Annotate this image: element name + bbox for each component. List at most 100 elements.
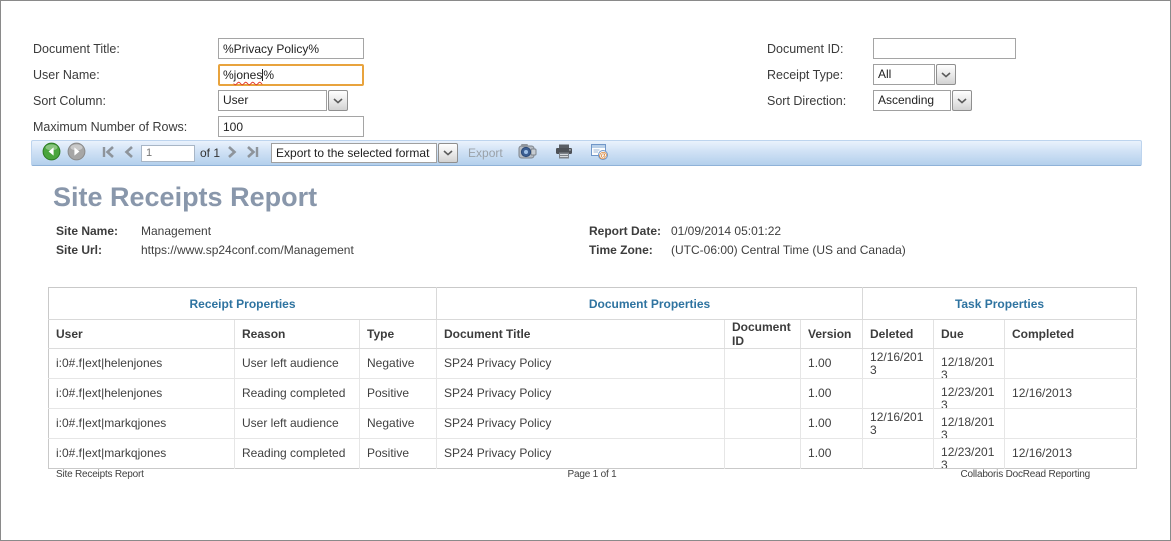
sort-direction-selected-value: Ascending [873, 90, 951, 111]
data-feed-button[interactable]: @ [591, 144, 609, 163]
cell-reason: User left audience [242, 357, 352, 370]
cell-type: Positive [367, 447, 429, 460]
back-button[interactable] [42, 142, 61, 164]
group-header-receipt-properties: Receipt Properties [49, 288, 437, 320]
page-number-input[interactable] [141, 145, 195, 162]
cell-document-title: SP24 Privacy Policy [444, 387, 717, 400]
refresh-button[interactable] [518, 143, 537, 163]
first-page-icon [101, 145, 116, 162]
chevron-down-icon [328, 90, 348, 111]
receipt-type-label: Receipt Type: [767, 68, 843, 82]
cell-user: i:0#.f|ext|helenjones [56, 357, 227, 370]
max-rows-input[interactable] [218, 116, 364, 137]
max-rows-label: Maximum Number of Rows: [33, 120, 187, 134]
cell-completed: 12/16/2013 [1012, 387, 1129, 400]
user-name-value-word: jones [234, 68, 263, 82]
receipt-type-select[interactable]: All [873, 64, 956, 85]
report-table: Receipt Properties Document Properties T… [48, 287, 1137, 469]
site-name-value: Management [141, 224, 211, 238]
sort-column-selected-value: User [218, 90, 327, 111]
column-header-completed: Completed [1005, 320, 1137, 349]
site-url-label: Site Url: [56, 243, 102, 257]
cell-user: i:0#.f|ext|markqjones [56, 417, 227, 430]
chevron-down-icon [438, 143, 458, 163]
cell-version: 1.00 [808, 357, 855, 370]
table-row: i:0#.f|ext|markqjones User left audience… [49, 409, 1137, 439]
site-name-label: Site Name: [56, 224, 118, 238]
print-button[interactable] [555, 144, 573, 162]
cell-document-title: SP24 Privacy Policy [444, 357, 717, 370]
receipt-type-selected-value: All [873, 64, 935, 85]
report-date-label: Report Date: [589, 224, 661, 238]
cell-version: 1.00 [808, 417, 855, 430]
export-format-select[interactable]: Export to the selected format [271, 143, 458, 163]
cell-type: Negative [367, 417, 429, 430]
report-table-body: i:0#.f|ext|helenjones User left audience… [49, 349, 1137, 469]
column-header-user: User [49, 320, 235, 349]
cell-due: 12/23/2013 [941, 446, 997, 468]
user-name-value-suffix: % [263, 68, 274, 82]
cell-document-title: SP24 Privacy Policy [444, 417, 717, 430]
print-icon [555, 144, 573, 162]
page-count-label: of 1 [200, 146, 220, 160]
cell-version: 1.00 [808, 447, 855, 460]
document-id-label: Document ID: [767, 42, 843, 56]
next-page-icon [227, 145, 239, 162]
table-row: i:0#.f|ext|helenjones User left audience… [49, 349, 1137, 379]
column-header-reason: Reason [235, 320, 360, 349]
chevron-down-icon [952, 90, 972, 111]
user-name-value-prefix: % [223, 68, 234, 82]
document-id-input[interactable] [873, 38, 1016, 59]
group-header-row: Receipt Properties Document Properties T… [49, 288, 1137, 320]
next-page-button[interactable] [227, 145, 239, 162]
prev-page-icon [122, 145, 134, 162]
document-title-input[interactable] [218, 38, 364, 59]
cell-user: i:0#.f|ext|markqjones [56, 447, 227, 460]
sort-column-select[interactable]: User [218, 90, 348, 111]
report-date-value: 01/09/2014 05:01:22 [671, 224, 781, 238]
column-header-version: Version [801, 320, 863, 349]
cell-deleted: 12/16/2013 [870, 351, 926, 377]
column-header-type: Type [360, 320, 437, 349]
cell-reason: User left audience [242, 417, 352, 430]
forward-button[interactable] [67, 142, 86, 164]
column-header-due: Due [934, 320, 1005, 349]
group-header-task-properties: Task Properties [863, 288, 1137, 320]
cell-due: 12/18/2013 [941, 416, 997, 438]
footer-branding: Collaboris DocRead Reporting [961, 469, 1090, 480]
cell-due: 12/23/2013 [941, 386, 997, 408]
svg-text:@: @ [599, 150, 607, 160]
cell-type: Negative [367, 357, 429, 370]
back-icon [42, 142, 61, 164]
data-feed-icon: @ [591, 144, 609, 163]
forward-icon [67, 142, 86, 164]
last-page-icon [245, 145, 260, 162]
sort-column-label: Sort Column: [33, 94, 106, 108]
user-name-label: User Name: [33, 68, 100, 82]
sort-direction-label: Sort Direction: [767, 94, 846, 108]
prev-page-button[interactable] [122, 145, 134, 162]
column-header-document-id: Document ID [725, 320, 801, 349]
table-row: i:0#.f|ext|helenjones Reading completed … [49, 379, 1137, 409]
export-button[interactable]: Export [468, 146, 503, 160]
user-name-input[interactable]: %jones% [218, 64, 364, 86]
group-header-document-properties: Document Properties [437, 288, 863, 320]
report-toolbar: of 1 Export to the selected format Expor… [31, 140, 1142, 166]
export-format-selected-value: Export to the selected format [271, 143, 437, 163]
time-zone-label: Time Zone: [589, 243, 653, 257]
column-header-deleted: Deleted [863, 320, 934, 349]
last-page-button[interactable] [245, 145, 260, 162]
time-zone-value: (UTC-06:00) Central Time (US and Canada) [671, 243, 906, 257]
cell-type: Positive [367, 387, 429, 400]
report-title: Site Receipts Report [53, 182, 317, 213]
cell-version: 1.00 [808, 387, 855, 400]
refresh-icon [518, 143, 537, 163]
sort-direction-select[interactable]: Ascending [873, 90, 972, 111]
first-page-button[interactable] [101, 145, 116, 162]
cell-completed: 12/16/2013 [1012, 447, 1129, 460]
report-viewer-window: Document Title: User Name: %jones% Sort … [0, 0, 1171, 541]
chevron-down-icon [936, 64, 956, 85]
report-footer: Site Receipts Report Page 1 of 1 Collabo… [48, 469, 1136, 483]
site-url-value: https://www.sp24conf.com/Management [141, 243, 354, 257]
document-title-label: Document Title: [33, 42, 120, 56]
